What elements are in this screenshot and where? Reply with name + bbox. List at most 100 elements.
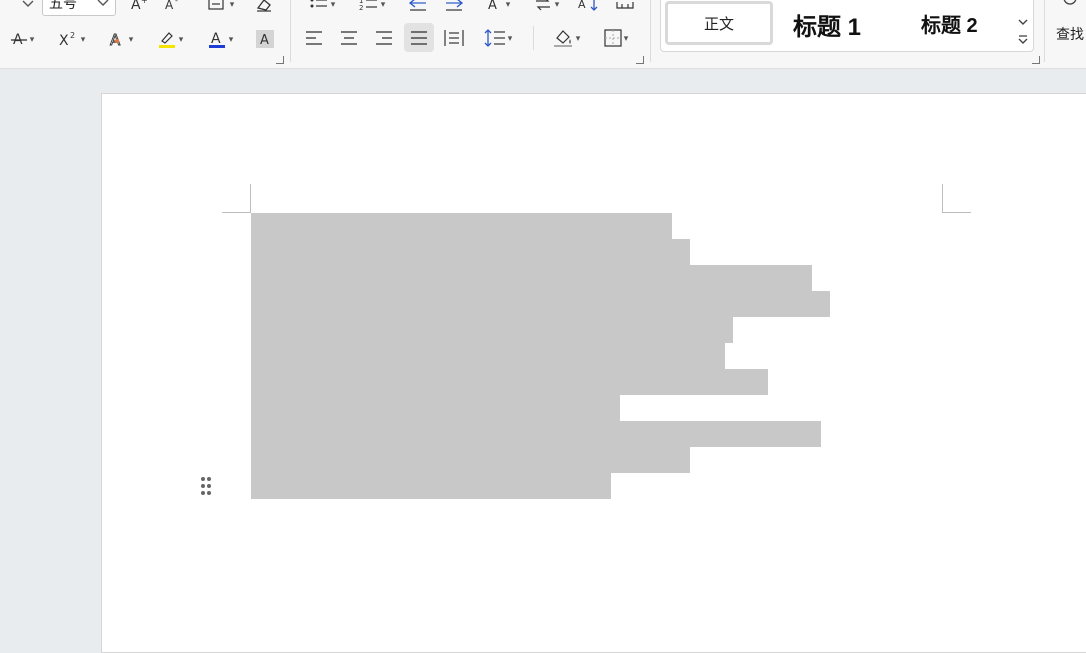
shading-button[interactable]: ▾ <box>546 26 586 50</box>
paragraph-dialog-launcher[interactable] <box>636 56 644 64</box>
styles-more-button[interactable] <box>1016 33 1030 47</box>
shrink-font-icon: A- <box>165 0 178 12</box>
justify-icon <box>411 30 427 45</box>
align-left-icon <box>306 31 322 45</box>
style-normal[interactable]: 正文 <box>665 1 773 45</box>
clear-format-button[interactable] <box>252 0 276 14</box>
justify-button[interactable] <box>404 23 434 52</box>
svg-text:-: - <box>175 0 178 5</box>
dropdown-arrow: ▾ <box>29 33 35 44</box>
dropdown-arrow: ▾ <box>507 32 513 43</box>
more-styles-icon <box>1018 35 1028 44</box>
increase-indent-button[interactable] <box>442 0 466 14</box>
clear-format-icon <box>256 0 271 12</box>
align-center-icon <box>341 31 357 45</box>
align-right-icon <box>376 31 392 45</box>
redacted-line <box>251 291 830 317</box>
redacted-line <box>251 317 733 343</box>
svg-text:A: A <box>260 33 269 48</box>
align-left-button[interactable] <box>302 26 326 50</box>
character-shading-button[interactable]: A <box>254 28 276 50</box>
style-heading-1[interactable]: 标题 1 <box>793 7 861 42</box>
redacted-line <box>251 239 690 265</box>
svg-text:A: A <box>211 31 221 47</box>
decrease-indent-button[interactable] <box>406 0 430 14</box>
decrease-indent-icon <box>408 0 426 11</box>
chinese-layout-button[interactable]: ▾ <box>526 0 566 14</box>
chevron-down-icon <box>1018 19 1028 25</box>
dropdown-arrow: ▾ <box>380 0 386 9</box>
font-name-dropdown[interactable] <box>18 0 38 14</box>
separator <box>1044 0 1045 62</box>
svg-text:A: A <box>131 0 141 12</box>
distributed-icon <box>444 30 464 46</box>
chinese-layout-icon <box>535 0 550 11</box>
redacted-line <box>251 395 620 421</box>
dropdown-arrow: ▾ <box>80 33 86 44</box>
text-direction-button[interactable]: A ▾ <box>478 0 518 14</box>
grow-font-button[interactable]: A + <box>128 0 150 14</box>
chevron-down-icon <box>22 0 34 7</box>
styles-scroll-down-button[interactable] <box>1016 15 1030 29</box>
font-size-value: 五号 <box>49 0 77 11</box>
borders-icon <box>604 29 622 47</box>
separator <box>533 26 534 50</box>
align-center-button[interactable] <box>337 26 361 50</box>
align-right-button[interactable] <box>372 26 396 50</box>
svg-text:A: A <box>488 0 497 12</box>
bullets-button[interactable]: ▾ <box>302 0 342 14</box>
svg-text:+: + <box>141 0 148 5</box>
font-dialog-launcher[interactable] <box>276 56 284 64</box>
numbering-icon: 12 <box>359 0 377 12</box>
dropdown-arrow: ▾ <box>330 0 336 9</box>
dropdown-arrow: ▾ <box>554 0 560 9</box>
redacted-line <box>251 343 725 369</box>
svg-text:2: 2 <box>359 4 363 12</box>
styles-gallery: 正文 标题 1 标题 2 <box>660 0 1034 52</box>
highlight-color-icon <box>158 32 175 48</box>
superscript-button[interactable]: X2 ▾ <box>52 28 90 50</box>
redacted-line <box>251 421 821 447</box>
chevron-down-icon <box>97 0 109 6</box>
styles-dialog-launcher[interactable] <box>1032 56 1040 64</box>
style-heading-2[interactable]: 标题 2 <box>921 9 978 38</box>
dropdown-arrow: ▾ <box>505 0 511 9</box>
line-spacing-icon <box>484 29 505 47</box>
distributed-button[interactable] <box>442 26 466 50</box>
shading-icon <box>553 30 572 47</box>
text-effect-icon: A <box>109 31 121 48</box>
separator <box>650 0 651 62</box>
shrink-font-button[interactable]: A- <box>162 0 184 14</box>
line-spacing-button[interactable]: ▾ <box>478 26 518 50</box>
text-effect-button[interactable]: A ▾ <box>100 28 140 50</box>
svg-text:A: A <box>165 0 174 12</box>
font-size-select[interactable]: 五号 <box>42 0 116 16</box>
search-icon <box>1063 0 1077 5</box>
phonetic-guide-button[interactable]: ▾ <box>202 0 238 14</box>
dropdown-arrow: ▾ <box>178 33 184 44</box>
margin-corner-top-left <box>222 184 251 213</box>
sort-icon: A <box>578 0 598 11</box>
find-label: 查找 <box>1056 26 1084 42</box>
svg-text:2: 2 <box>70 31 75 40</box>
numbering-button[interactable]: 12 ▾ <box>352 0 392 14</box>
font-color-button[interactable]: A ▾ <box>200 28 240 50</box>
svg-text:A: A <box>578 0 586 11</box>
strikethrough-button[interactable]: A ▾ <box>4 28 40 50</box>
character-shading-icon: A <box>256 30 274 48</box>
separator <box>290 0 291 62</box>
dropdown-arrow: ▾ <box>575 32 581 43</box>
ribbon-toolbar: 五号 A + A- ▾ A ▾ X2 ▾ A ▾ ▾ A ▾ A ▾ 1 2 ▾… <box>0 0 1086 69</box>
drag-handle-icon[interactable] <box>200 476 212 496</box>
highlight-color-button[interactable]: ▾ <box>150 28 190 50</box>
grow-font-icon: A + <box>131 0 148 12</box>
borders-button[interactable]: ▾ <box>596 26 636 50</box>
sort-button[interactable]: A <box>576 0 602 14</box>
show-marks-button[interactable] <box>612 0 638 14</box>
superscript-icon: X2 <box>59 31 75 48</box>
strikethrough-icon: A <box>10 32 27 48</box>
redacted-line <box>251 447 690 473</box>
redacted-line <box>251 213 672 239</box>
dropdown-arrow: ▾ <box>623 32 629 43</box>
find-button[interactable]: 查找 <box>1054 0 1086 50</box>
